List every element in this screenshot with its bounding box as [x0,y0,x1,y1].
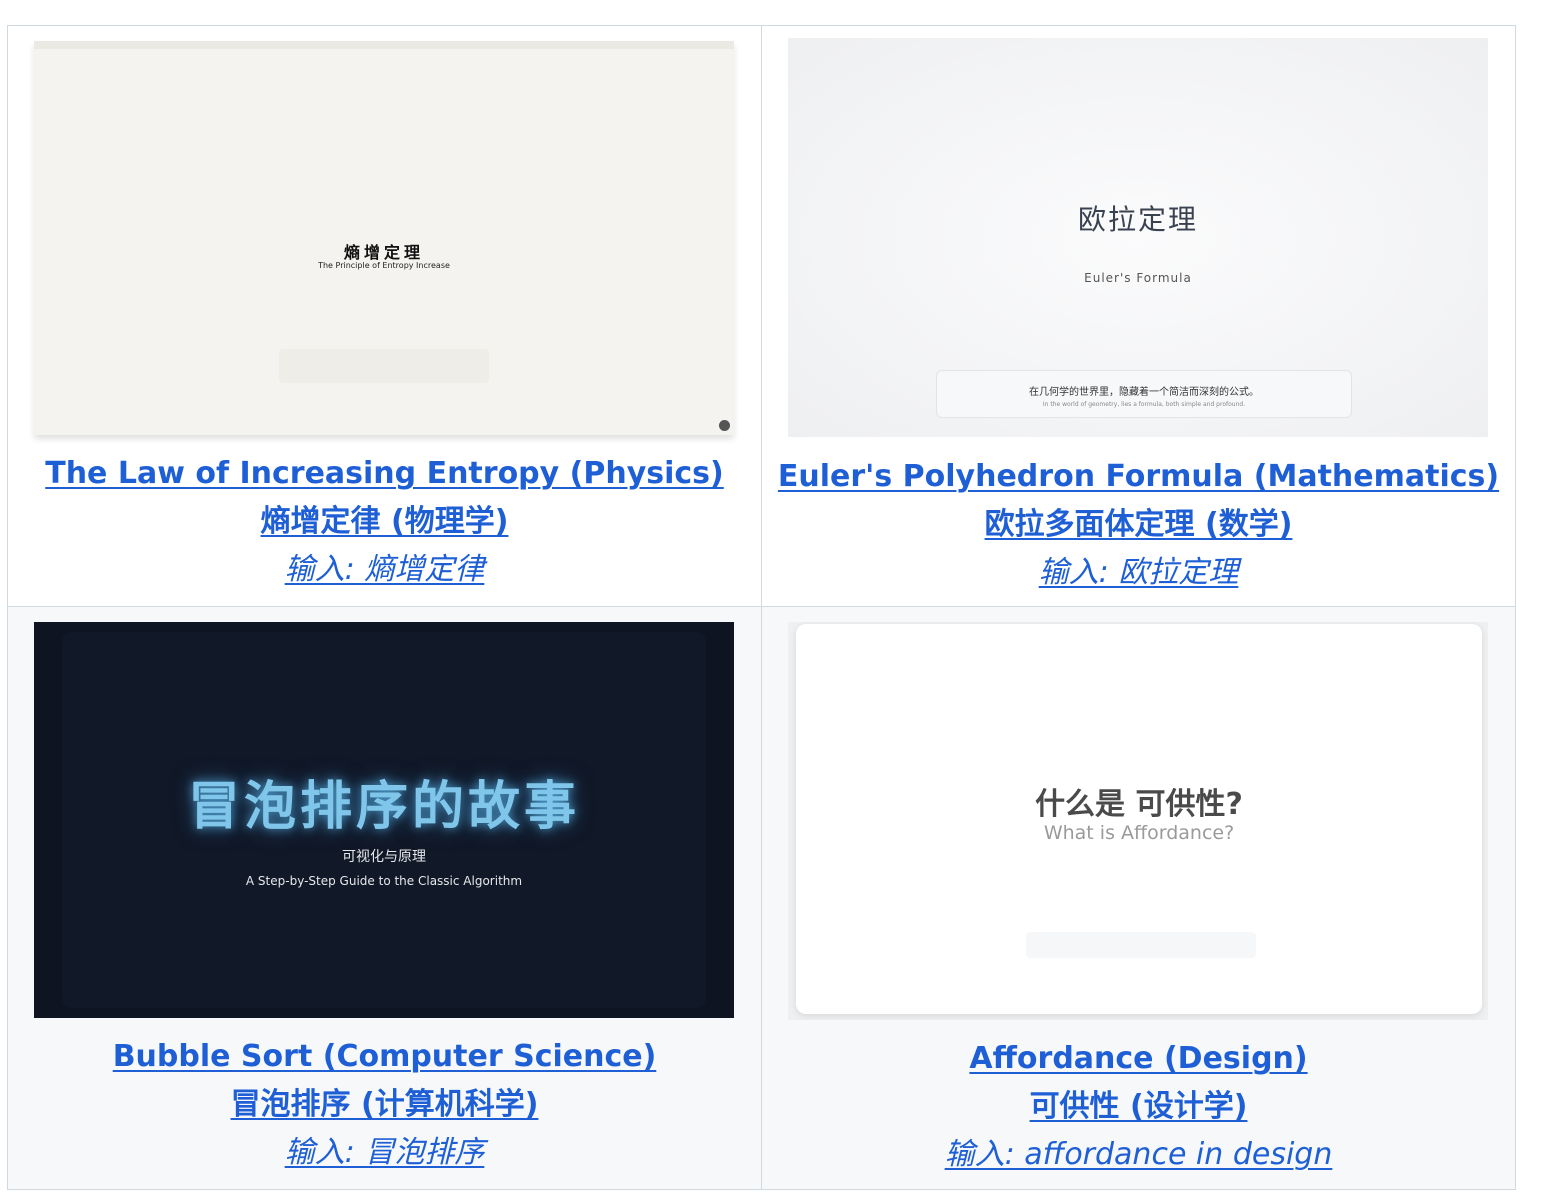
caption: Euler's Polyhedron Formula (Mathematics)… [762,453,1515,597]
thumb-title: 熵增定理 [343,243,424,262]
input-link[interactable]: 输入: 欧拉定理 [1039,555,1239,590]
thumb-control-bar [1026,932,1256,958]
thumb-subtitle: What is Affordance? [1043,822,1235,844]
table-cell-bubble-sort: 冒泡排序的故事 可视化与原理 A Step-by-Step Guide to t… [8,607,762,1189]
thumb-control-bar [279,349,489,383]
affordance-thumbnail[interactable]: 什么是 可供性? What is Affordance? [788,622,1488,1020]
bubble-sort-thumbnail[interactable]: 冒泡排序的故事 可视化与原理 A Step-by-Step Guide to t… [34,622,734,1018]
table-cell-euler: 欧拉定理 Euler's Formula 在几何学的世界里，隐藏着一个简洁而深刻… [762,26,1515,607]
entropy-thumbnail[interactable]: 熵增定理 The Principle of Entropy Increase [34,41,734,435]
thumb-subtitle: Euler's Formula [1084,271,1192,285]
title-zh-link[interactable]: 熵增定律 (物理学) [261,504,509,539]
thumb-text-box: 在几何学的世界里，隐藏着一个简洁而深刻的公式。 In the world of … [936,370,1352,418]
caption: The Law of Increasing Entropy (Physics) … [8,450,761,594]
title-zh-link[interactable]: 欧拉多面体定理 (数学) [985,507,1293,542]
euler-thumbnail[interactable]: 欧拉定理 Euler's Formula 在几何学的世界里，隐藏着一个简洁而深刻… [788,38,1488,437]
thumb-subtitle: 可视化与原理 [342,849,426,865]
thumb-subtitle-en: A Step-by-Step Guide to the Classic Algo… [245,874,523,888]
caption: Bubble Sort (Computer Science) 冒泡排序 (计算机… [8,1033,761,1177]
title-en-link[interactable]: The Law of Increasing Entropy (Physics) [45,456,724,491]
table-cell-affordance: 什么是 可供性? What is Affordance? Affordance … [762,607,1515,1189]
title-zh-link[interactable]: 可供性 (设计学) [1030,1089,1248,1124]
title-en-link[interactable]: Affordance (Design) [969,1041,1307,1076]
thumb-box-line-zh: 在几何学的世界里，隐藏着一个简洁而深刻的公式。 [1029,387,1259,398]
thumb-title: 冒泡排序的故事 [187,777,580,837]
title-en-link[interactable]: Euler's Polyhedron Formula (Mathematics) [778,459,1499,494]
thumb-box-line-en: In the world of geometry, lies a formula… [1042,401,1246,408]
thumb-title: 欧拉定理 [1077,203,1198,236]
input-link[interactable]: 输入: 熵增定律 [285,552,485,587]
thumb-corner-icon [719,420,730,431]
thumb-subtitle: The Principle of Entropy Increase [318,261,450,270]
examples-table: 熵增定理 The Principle of Entropy Increase T… [7,25,1516,1190]
title-en-link[interactable]: Bubble Sort (Computer Science) [113,1039,657,1074]
caption: Affordance (Design) 可供性 (设计学) 输入: afford… [762,1035,1515,1179]
title-zh-link[interactable]: 冒泡排序 (计算机科学) [231,1087,539,1122]
thumb-title: 什么是 可供性? [1035,787,1243,822]
input-link[interactable]: 输入: affordance in design [945,1137,1333,1172]
thumb-card: 什么是 可供性? What is Affordance? [796,624,1482,1014]
table-cell-entropy: 熵增定理 The Principle of Entropy Increase T… [8,26,762,607]
input-link[interactable]: 输入: 冒泡排序 [285,1135,485,1170]
